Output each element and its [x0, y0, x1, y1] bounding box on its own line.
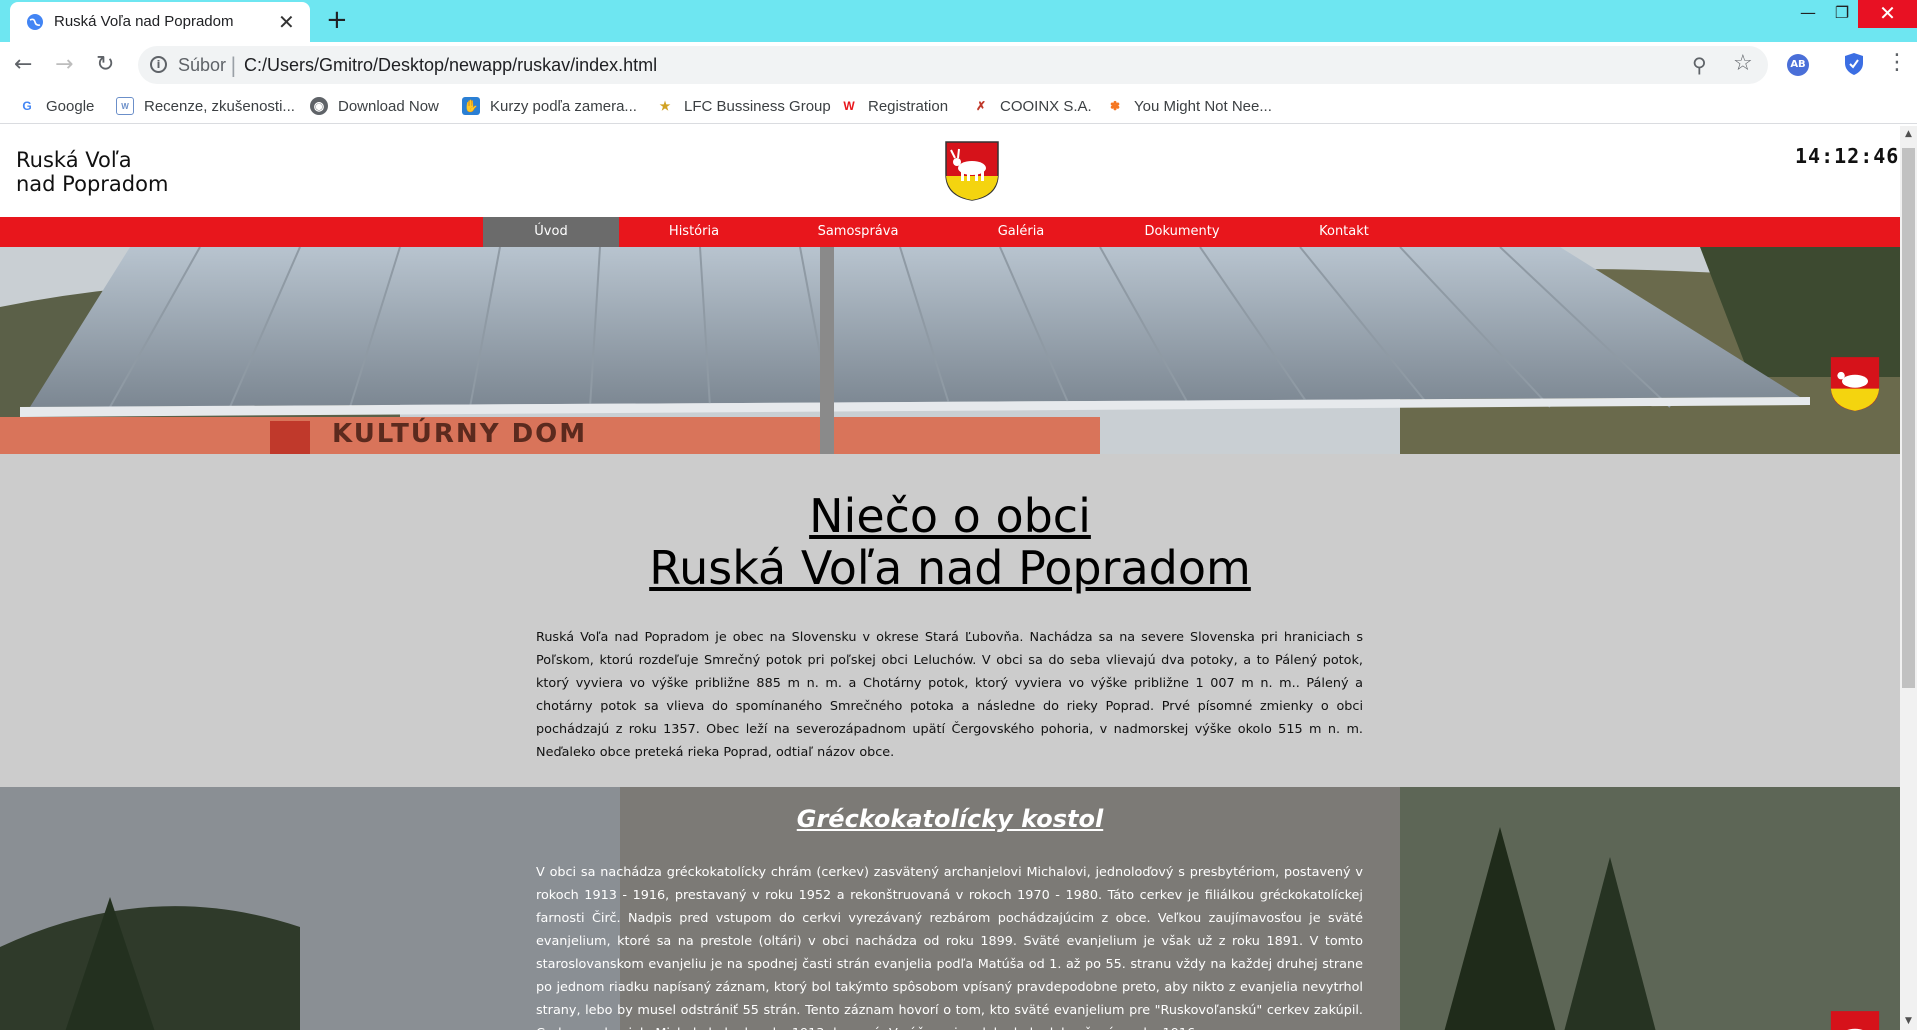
church-section: Gréckokatolícky kostol V obci sa nachádz… [0, 787, 1900, 1030]
main-nav: Úvod História Samospráva Galéria Dokumen… [0, 217, 1900, 247]
url-text[interactable]: C:/Users/Gmitro/Desktop/newapp/ruskav/in… [244, 55, 657, 76]
nav-item-historia[interactable]: História [619, 217, 769, 247]
bookmark-star-icon[interactable]: ☆ [1733, 51, 1753, 76]
church-text: V obci sa nachádza gréckokatolícky chrám… [536, 865, 1363, 1030]
about-text: Ruská Voľa nad Popradom je obec na Slove… [536, 630, 1363, 760]
bookmark-recenze[interactable]: W Recenze, zkušenosti... [116, 94, 295, 118]
nav-item-kontakt[interactable]: Kontakt [1269, 217, 1419, 247]
bookmark-you-might[interactable]: ✽ You Might Not Nee... [1106, 94, 1272, 118]
about-title-line1: Niečo o obci [809, 489, 1091, 543]
bookmark-label: LFC Bussiness Group [684, 97, 831, 115]
url-scheme-label: Súbor [178, 55, 227, 75]
bookmark-kurzy[interactable]: ✋ Kurzy podľa zamera... [462, 94, 637, 118]
forward-arrow-icon[interactable]: → [55, 52, 73, 78]
address-bar[interactable]: i Súbor | C:/Users/Gmitro/Desktop/newapp… [138, 46, 1768, 84]
about-title: Niečo o obci Ruská Voľa nad Popradom [0, 490, 1900, 594]
bookmark-lfc[interactable]: ★ LFC Bussiness Group [656, 94, 831, 118]
bag-icon: ★ [659, 99, 671, 113]
browser-tab[interactable]: Ruská Voľa nad Popradom ✕ [10, 2, 310, 42]
adblock-extension-icon[interactable]: AB [1787, 54, 1809, 76]
nav-item-uvod[interactable]: Úvod [483, 217, 619, 247]
restore-icon[interactable]: ❐ [1823, 0, 1861, 28]
site-name-line1: Ruská Voľa [16, 148, 132, 172]
globe-icon [27, 14, 43, 30]
nav-item-dokumenty[interactable]: Dokumenty [1095, 217, 1269, 247]
window-close-icon[interactable]: ✕ [1858, 0, 1917, 28]
hero-sign: KULTÚRNY DOM [332, 419, 588, 449]
bookmark-label: Recenze, zkušenosti... [144, 97, 295, 115]
about-section: Niečo o obci Ruská Voľa nad Popradom Rus… [0, 454, 1900, 787]
hero-coat-of-arms-icon [1830, 357, 1880, 411]
close-tab-icon[interactable]: ✕ [278, 10, 295, 34]
bookmark-label: COOINX S.A. [1000, 97, 1092, 115]
about-title-line2: Ruská Voľa nad Popradom [649, 541, 1251, 595]
tab-title: Ruská Voľa nad Popradom [54, 13, 234, 30]
scroll-down-icon[interactable]: ▼ [1900, 1013, 1917, 1030]
page-scrollbar[interactable]: ▲ ▼ [1900, 126, 1917, 1030]
bookmark-label: Download Now [338, 97, 439, 115]
clock: 14:12:46 [1795, 144, 1900, 168]
zoom-icon[interactable]: ⚲ [1692, 53, 1707, 77]
cross-icon: ✗ [975, 99, 987, 113]
w-logo-icon: W [843, 99, 855, 113]
church-coat-of-arms-icon [1830, 1011, 1880, 1030]
google-icon: G [22, 99, 32, 113]
browser-titlebar: Ruská Voľa nad Popradom ✕ + — ❐ ✕ [0, 0, 1917, 42]
course-icon: ✋ [462, 97, 480, 115]
info-icon[interactable]: i [150, 56, 167, 73]
web-page: Ruská Voľa nad Popradom 14:12:46 Úvod Hi… [0, 126, 1900, 1030]
bookmark-download-now[interactable]: ◉ Download Now [310, 94, 439, 118]
globe-icon: ◉ [310, 97, 328, 115]
hubspot-icon: ✽ [1109, 99, 1121, 113]
church-title: Gréckokatolícky kostol [796, 805, 1104, 833]
new-tab-button[interactable]: + [326, 6, 348, 34]
scroll-up-icon[interactable]: ▲ [1900, 126, 1917, 143]
hero-building-photo [0, 247, 1900, 454]
site-name[interactable]: Ruská Voľa nad Popradom [16, 148, 168, 196]
bookmark-registration[interactable]: W Registration [840, 94, 948, 118]
bookmark-label: Google [46, 97, 95, 115]
bookmark-label: You Might Not Nee... [1134, 97, 1272, 115]
nav-item-galeria[interactable]: Galéria [947, 217, 1095, 247]
bookmark-label: Registration [868, 97, 949, 115]
coat-of-arms-icon[interactable] [944, 140, 1000, 202]
minimize-icon[interactable]: — [1789, 0, 1827, 28]
scroll-thumb[interactable] [1902, 148, 1915, 688]
bookmark-cooinx[interactable]: ✗ COOINX S.A. [972, 94, 1092, 118]
bookmarks-bar: G Google W Recenze, zkušenosti... ◉ Down… [0, 88, 1917, 124]
reload-icon[interactable]: ↻ [96, 52, 114, 78]
browser-toolbar: ← → ↻ i Súbor | C:/Users/Gmitro/Desktop/… [0, 42, 1917, 88]
browser-menu-icon[interactable]: ⋮ [1886, 50, 1908, 75]
site-name-line2: nad Popradom [16, 172, 169, 196]
shield-extension-icon[interactable] [1843, 52, 1865, 76]
review-icon: W [116, 97, 134, 115]
url-separator: | [230, 53, 237, 77]
nav-item-samosprava[interactable]: Samospráva [769, 217, 947, 247]
back-arrow-icon[interactable]: ← [14, 52, 32, 78]
site-header: Ruská Voľa nad Popradom 14:12:46 [0, 126, 1900, 216]
hero-image: KULTÚRNY DOM [0, 247, 1900, 454]
bookmark-label: Kurzy podľa zamera... [490, 97, 637, 115]
bookmark-google[interactable]: G Google [18, 94, 94, 118]
